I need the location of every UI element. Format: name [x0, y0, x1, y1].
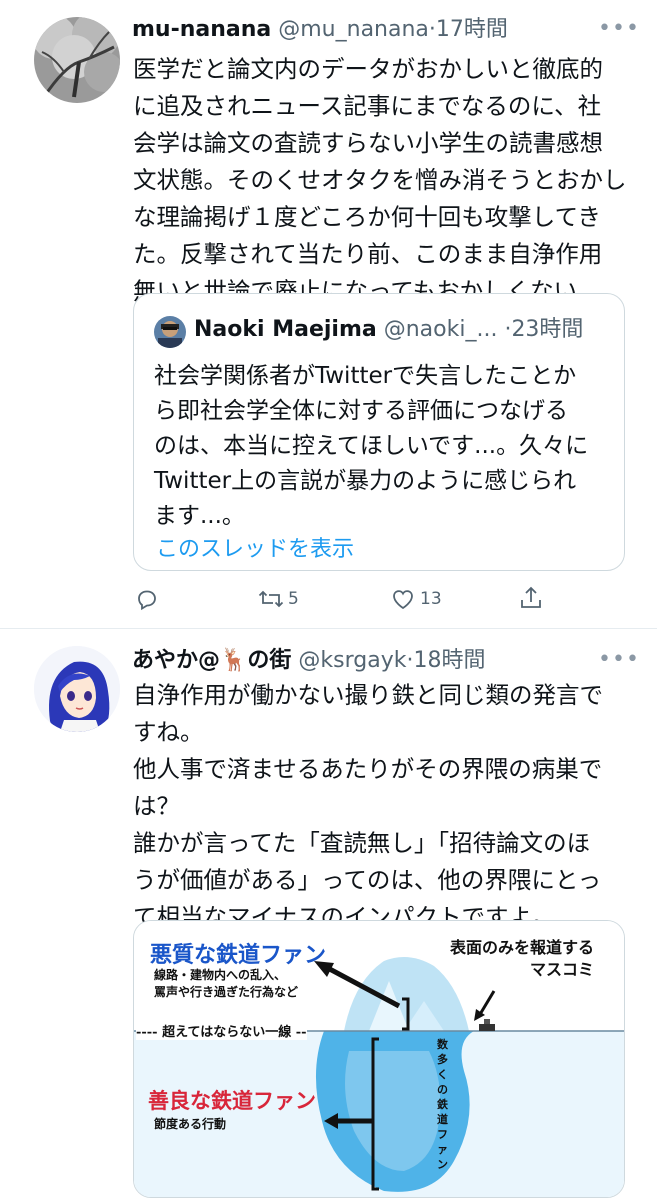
tweet-text: 自浄作用が働かない撮り鉄と同じ類の発言で すね。 他人事で済ませるあたりがその界… — [133, 681, 603, 931]
handle[interactable]: @mu_nanana — [278, 17, 429, 42]
retweet-count: 5 — [288, 589, 299, 609]
line-label: ---- 超えてはならない一線 -- — [136, 1021, 307, 1040]
like-button[interactable]: 13 — [390, 587, 442, 611]
avatar-anime-image — [34, 646, 120, 732]
bad-fan-description: 線路・建物内への乱入、 罵声や行き過ぎた行為など — [154, 968, 299, 999]
bad-fan-label: 悪質な鉄道ファン — [150, 942, 327, 968]
tweet-header: mu-nanana @mu_nanana·17時間 — [132, 15, 508, 45]
timestamp[interactable]: 17時間 — [436, 17, 508, 42]
show-thread-link[interactable]: このスレッドを表示 — [156, 531, 354, 563]
tweet[interactable]: あやか@🦌の街 @ksrgayk·18時間 ••• 自浄作用が働かない撮り鉄と同… — [0, 629, 657, 1200]
display-name[interactable]: mu-nanana — [132, 17, 271, 42]
tweet-header: あやか@🦌の街 @ksrgayk·18時間 — [132, 646, 485, 676]
quote-handle: @naoki_... — [383, 317, 498, 342]
share-icon — [521, 586, 541, 608]
heart-icon — [393, 590, 413, 610]
media-only-label: 表面のみを報道する マスコミ — [450, 938, 595, 979]
tweet-text: 医学だと論文内のデータがおかしいと徹底的 に追及されニュース記事にまでなるのに、… — [133, 55, 627, 305]
quote-text: 社会学関係者がTwitterで失言したことか ら即社会学全体に対する評価につなげ… — [154, 363, 589, 529]
display-name[interactable]: あやか@🦌の街 — [132, 648, 291, 673]
quote-display-name: Naoki Maejima — [194, 317, 377, 342]
avatar[interactable] — [34, 17, 120, 103]
quote-avatar — [154, 316, 186, 348]
more-options-icon[interactable]: ••• — [598, 16, 640, 41]
reply-icon — [138, 590, 156, 611]
retweet-button[interactable]: 5 — [258, 587, 299, 611]
many-fans-label: 数 多 く の 鉄 道 フ ァ ン — [437, 1038, 448, 1171]
reply-button[interactable] — [135, 587, 159, 611]
avatar-tree-image — [34, 17, 120, 103]
separator: · — [428, 17, 436, 42]
avatar[interactable] — [34, 646, 120, 732]
tweet[interactable]: mu-nanana @mu_nanana·17時間 ••• 医学だと論文内のデー… — [0, 0, 657, 630]
like-count: 13 — [420, 589, 442, 609]
quote-header: Naoki Maejima @naoki_... ·23時間 — [194, 315, 583, 345]
quoted-tweet[interactable]: Naoki Maejima @naoki_... ·23時間 社会学関係者がTw… — [133, 293, 625, 571]
good-fan-description: 節度ある行動 — [154, 1117, 227, 1131]
retweet-icon — [258, 590, 284, 608]
timestamp[interactable]: 18時間 — [413, 648, 485, 673]
attached-image[interactable]: 悪質な鉄道ファン 線路・建物内への乱入、 罵声や行き過ぎた行為など 表面のみを報… — [133, 920, 625, 1198]
more-options-icon[interactable]: ••• — [598, 647, 640, 672]
quote-timestamp: 23時間 — [511, 317, 584, 342]
good-fan-label: 善良な鉄道ファン — [148, 1088, 316, 1113]
handle[interactable]: @ksrgayk — [298, 648, 406, 673]
share-button[interactable] — [519, 585, 543, 611]
